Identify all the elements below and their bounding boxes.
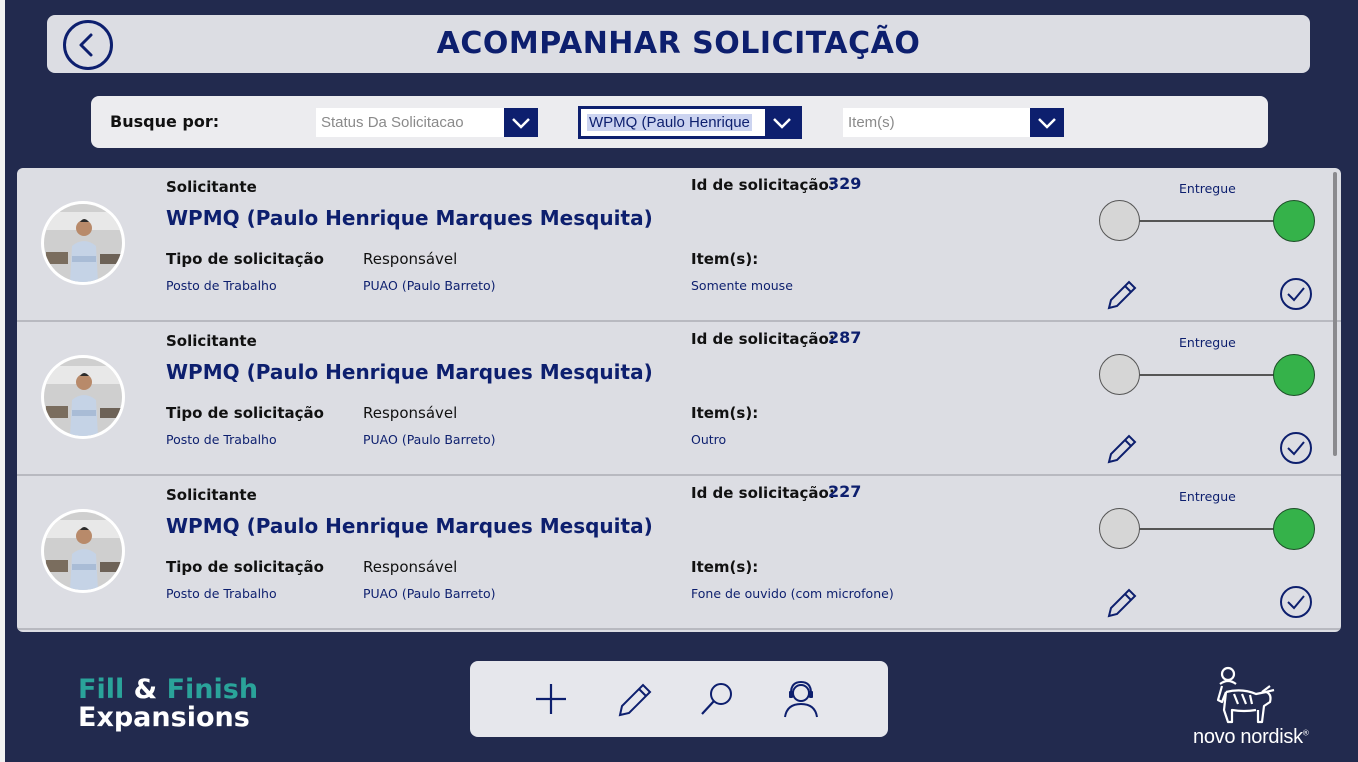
status-dropdown[interactable]: Status Da Solicitacao [316,108,538,137]
responsible-value: PUAO (Paulo Barreto) [363,278,496,293]
header-bar: ACOMPANHAR SOLICITAÇÃO [47,15,1310,73]
items-value: Somente mouse [691,278,793,293]
window-edge [0,0,5,762]
status-toggle-track [1119,528,1295,530]
filter-label: Busque por: [110,112,220,131]
status-text: Entregue [1179,181,1236,196]
page-title: ACOMPANHAR SOLICITAÇÃO [436,26,921,61]
responsible-value: PUAO (Paulo Barreto) [363,432,496,447]
request-id-value: 287 [828,328,862,347]
request-list[interactable]: Solicitante WPMQ (Paulo Henrique Marques… [17,168,1341,632]
responsible-label: Responsável [363,558,458,576]
request-id-label: Id de solicitação: [691,484,835,502]
items-label: Item(s): [691,558,759,576]
items-dropdown-button[interactable] [1030,108,1064,137]
request-type-label: Tipo de solicitação [166,250,324,268]
items-label: Item(s): [691,404,759,422]
status-toggle-track [1119,220,1295,222]
status-toggle-on[interactable] [1273,354,1315,396]
request-type-label: Tipo de solicitação [166,558,324,576]
status-toggle-off[interactable] [1099,508,1140,549]
pencil-icon[interactable] [1105,278,1139,312]
request-id-label: Id de solicitação: [691,330,835,348]
status-text: Entregue [1179,489,1236,504]
brand-logo: Fill & Finish Expansions [78,674,259,733]
requester-name: WPMQ (Paulo Henrique Marques Mesquita) [166,514,653,538]
request-type-label: Tipo de solicitação [166,404,324,422]
status-toggle-off[interactable] [1099,354,1140,395]
requester-dropdown-button[interactable] [765,109,799,136]
status-toggle-off[interactable] [1099,200,1140,241]
chevron-down-icon [773,117,791,129]
request-id-label: Id de solicitação: [691,176,835,194]
avatar [41,355,125,439]
check-circle-icon[interactable] [1279,431,1313,465]
requester-dropdown[interactable]: WPMQ (Paulo Henrique [578,106,802,139]
search-icon[interactable] [697,679,737,719]
request-type-value: Posto de Trabalho [166,432,277,447]
pencil-icon[interactable] [1105,586,1139,620]
novo-nordisk-wordmark: novo nordisk® [1193,726,1309,748]
request-id-value: 329 [828,174,862,193]
responsible-label: Responsável [363,250,458,268]
plus-icon[interactable] [531,679,571,719]
pencil-icon[interactable] [1105,432,1139,466]
chevron-down-icon [1038,117,1056,129]
status-toggle-on[interactable] [1273,508,1315,550]
check-circle-icon[interactable] [1279,277,1313,311]
request-card[interactable]: Solicitante WPMQ (Paulo Henrique Marques… [17,322,1341,476]
request-id-value: 227 [828,482,862,501]
requester-label: Solicitante [166,178,257,196]
avatar [41,201,125,285]
status-dropdown-value: Status Da Solicitacao [321,114,464,131]
status-toggle-track [1119,374,1295,376]
responsible-label: Responsável [363,404,458,422]
request-card[interactable]: Solicitante WPMQ (Paulo Henrique Marques… [17,168,1341,322]
requester-label: Solicitante [166,486,257,504]
chevron-down-icon [512,117,530,129]
items-value: Fone de ouvido (com microfone) [691,586,894,601]
items-label: Item(s): [691,250,759,268]
list-scrollbar[interactable] [1333,172,1337,456]
requester-dropdown-value: WPMQ (Paulo Henrique [587,114,752,131]
status-text: Entregue [1179,335,1236,350]
check-circle-icon[interactable] [1279,585,1313,619]
requester-name: WPMQ (Paulo Henrique Marques Mesquita) [166,360,653,384]
responsible-value: PUAO (Paulo Barreto) [363,586,496,601]
filter-bar: Busque por: Status Da Solicitacao WPMQ (… [91,96,1268,148]
bottom-nav [470,661,888,737]
status-dropdown-button[interactable] [504,108,538,137]
status-toggle-on[interactable] [1273,200,1315,242]
items-dropdown[interactable]: Item(s) [843,108,1064,137]
requester-label: Solicitante [166,332,257,350]
items-value: Outro [691,432,727,447]
items-dropdown-value: Item(s) [848,114,895,131]
request-type-value: Posto de Trabalho [166,586,277,601]
pencil-icon[interactable] [615,679,655,719]
request-card[interactable]: Solicitante WPMQ (Paulo Henrique Marques… [17,476,1341,630]
headset-user-icon[interactable] [781,679,821,719]
requester-name: WPMQ (Paulo Henrique Marques Mesquita) [166,206,653,230]
avatar [41,509,125,593]
request-type-value: Posto de Trabalho [166,278,277,293]
